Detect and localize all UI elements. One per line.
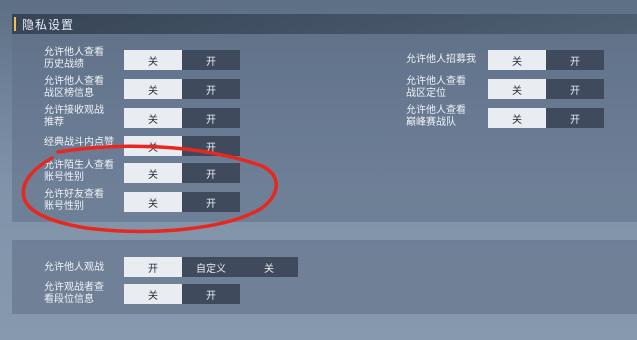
toggle-region-rank[interactable]: 关 开 [124,79,240,99]
toggle-option-off[interactable]: 关 [124,163,182,183]
header-accent-bar [14,17,16,31]
toggle-option-on[interactable]: 开 [182,108,240,128]
toggle-option-on[interactable]: 开 [182,136,240,156]
page-title: 隐私设置 [22,18,75,32]
toggle-option-off[interactable]: 关 [488,79,546,99]
toggle-option-off[interactable]: 关 [124,50,182,70]
toggle-option-on[interactable]: 开 [546,108,604,128]
toggle-option-on[interactable]: 开 [546,79,604,99]
toggle-spectate-recommend[interactable]: 关 开 [124,108,240,128]
toggle-option-on[interactable]: 开 [182,163,240,183]
toggle-option-off[interactable]: 关 [124,108,182,128]
setting-label-recruit-me: 允许他人招募我 [406,54,476,65]
toggle-option-on[interactable]: 开 [546,50,604,70]
toggle-allow-spectate[interactable]: 开 自定义 关 [124,257,298,277]
toggle-spectator-rank[interactable]: 关 开 [124,284,240,304]
toggle-option-custom[interactable]: 自定义 [182,257,240,277]
toggle-history-record[interactable]: 关 开 [124,50,240,70]
toggle-option-off[interactable]: 关 [488,50,546,70]
toggle-option-off[interactable]: 关 [240,257,298,277]
toggle-option-on[interactable]: 开 [182,284,240,304]
toggle-friend-gender[interactable]: 关 开 [124,192,240,212]
setting-label-peak-team: 允许他人查看 巅峰赛战队 [406,105,466,128]
toggle-option-off[interactable]: 关 [488,108,546,128]
toggle-option-off[interactable]: 关 [124,284,182,304]
toggle-option-off[interactable]: 关 [124,79,182,99]
toggle-classic-like[interactable]: 关 开 [124,136,240,156]
toggle-option-on[interactable]: 开 [124,257,182,277]
toggle-option-on[interactable]: 开 [182,79,240,99]
toggle-option-on[interactable]: 开 [182,192,240,212]
toggle-region-location[interactable]: 关 开 [488,79,604,99]
privacy-settings-header: 隐私设置 [12,14,637,34]
toggle-option-off[interactable]: 关 [124,136,182,156]
toggle-stranger-gender[interactable]: 关 开 [124,163,240,183]
toggle-peak-team[interactable]: 关 开 [488,108,604,128]
setting-label-spectator-rank: 允许观战者查 看段位信息 [44,282,104,305]
toggle-option-on[interactable]: 开 [182,50,240,70]
toggle-option-off[interactable]: 关 [124,192,182,212]
toggle-recruit-me[interactable]: 关 开 [488,50,604,70]
setting-label-region-location: 允许他人查看 战区定位 [406,76,466,99]
